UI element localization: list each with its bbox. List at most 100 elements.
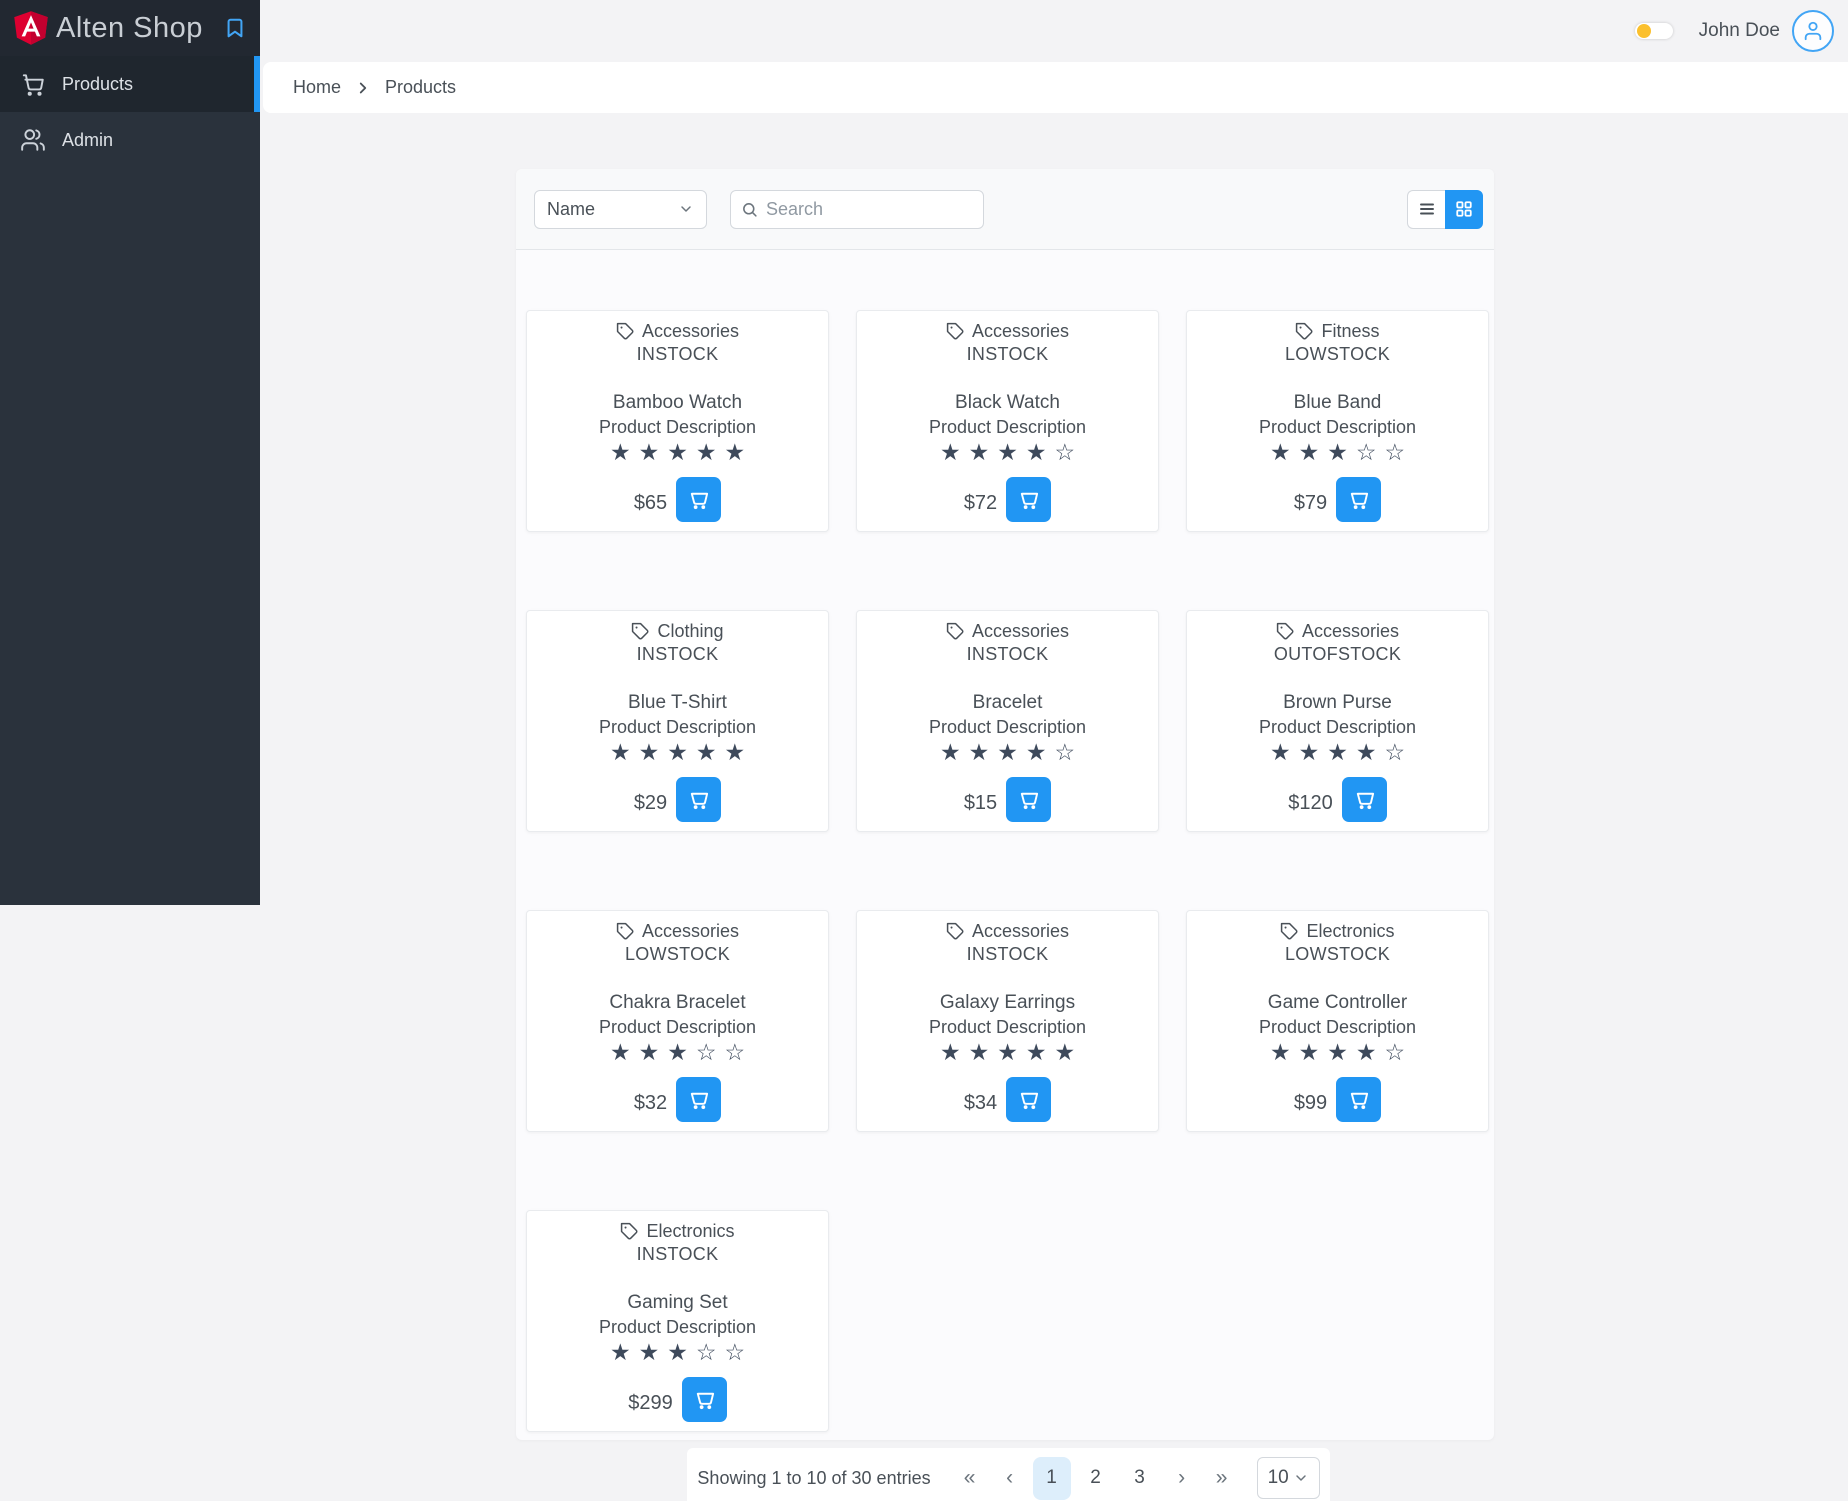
add-to-cart-button[interactable] [1006,477,1052,522]
star-filled-icon: ★ [997,739,1018,765]
add-to-cart-button[interactable] [676,477,722,522]
prev-page-button[interactable]: ‹ [993,1457,1027,1499]
add-to-cart-button[interactable] [676,1077,722,1122]
add-to-cart-button[interactable] [1336,477,1382,522]
product-name: Blue Band [1293,392,1382,413]
product-stock-status: INSTOCK [636,1244,719,1264]
product-price: $79 [1293,492,1328,514]
buy-row: $65 [633,477,722,522]
chevron-down-icon [1293,1470,1309,1486]
rating-stars: ★ ★ ★ ★ ★ [939,1039,1075,1065]
buy-row: $72 [963,477,1052,522]
star-filled-icon: ★ [1327,739,1348,765]
buy-row: $29 [633,777,722,822]
product-stock-status: INSTOCK [636,644,719,664]
product-description: Product Description [598,417,757,437]
next-page-button[interactable]: › [1165,1457,1199,1499]
product-name: Galaxy Earrings [939,992,1076,1013]
sidebar-item-products[interactable]: Products [0,56,260,112]
sidebar-item-admin[interactable]: Admin [0,112,260,168]
product-category: Fitness [1321,321,1380,341]
view-toggle [1407,189,1483,229]
product-price: $29 [633,792,668,814]
buy-row: $120 [1288,777,1387,822]
product-name: Game Controller [1267,992,1408,1013]
topbar: John Doe [260,0,1848,62]
star-filled-icon: ★ [1355,1039,1377,1065]
star-filled-icon: ★ [1269,1039,1291,1065]
cart-icon [20,71,46,97]
product-stock-status: LOWSTOCK [1284,944,1391,964]
add-to-cart-button[interactable] [1341,777,1387,822]
rating-stars: ★ ★ ★ ★ ☆ [940,739,1075,765]
star-filled-icon: ★ [609,739,631,765]
buy-row: $15 [964,777,1052,822]
first-page-button[interactable]: « [953,1457,987,1499]
product-category-row: Electronics [620,1221,735,1242]
page-button-3[interactable]: 3 [1121,1457,1159,1500]
page-size-select[interactable]: 10 [1256,1457,1320,1499]
star-filled-icon: ★ [638,439,660,465]
grid-view-button[interactable] [1445,189,1483,229]
star-empty-icon: ☆ [724,1039,746,1065]
product-category-row: Accessories [616,321,739,342]
product-stock-status: INSTOCK [966,644,1049,664]
star-filled-icon: ★ [939,1039,961,1065]
add-to-cart-button[interactable] [1006,1077,1052,1122]
theme-toggle[interactable] [1634,23,1673,39]
product-price: $34 [963,1092,998,1114]
search-box [730,189,984,229]
star-filled-icon: ★ [609,439,631,465]
star-empty-icon: ☆ [1384,739,1406,765]
add-to-cart-button[interactable] [1336,1077,1382,1122]
list-view-button[interactable] [1407,189,1445,229]
product-price: $99 [1293,1092,1328,1114]
page-button-1[interactable]: 1 [1032,1456,1071,1500]
product-card: Electronics LOWSTOCK Game Controller Pro… [1186,910,1489,1132]
product-description: Product Description [598,717,757,737]
product-stock-status: INSTOCK [966,344,1049,364]
sort-select-value: Name [547,198,596,219]
chevron-down-icon [678,201,694,217]
pagination-bar: Showing 1 to 10 of 30 entries « ‹ 123 › … [687,1448,1330,1501]
breadcrumb-home[interactable]: Home [293,77,341,98]
tag-icon [946,322,965,341]
star-filled-icon: ★ [1025,739,1047,765]
chevron-right-icon [354,79,372,97]
sidebar-nav: Products Admin [0,56,260,168]
page-size-value: 10 [1267,1467,1289,1488]
product-name: Brown Purse [1283,692,1392,713]
add-to-cart-button[interactable] [676,777,722,822]
product-name: Blue T-Shirt [628,692,727,713]
product-price: $72 [963,492,998,514]
star-filled-icon: ★ [609,1339,631,1365]
product-category: Accessories [641,321,740,341]
cart-icon [1021,792,1039,810]
product-category-row: Fitness [1295,321,1380,342]
page-button-2[interactable]: 2 [1077,1457,1115,1500]
bookmark-icon[interactable] [222,13,248,43]
search-input[interactable] [766,198,973,220]
sidebar-header: Alten Shop [0,0,260,56]
add-to-cart-button[interactable] [681,1377,727,1422]
product-name: Gaming Set [627,1292,728,1313]
cart-icon [1356,792,1374,810]
theme-toggle-knob [1636,24,1651,38]
product-card: Accessories INSTOCK Black Watch Product … [856,310,1159,532]
product-price: $65 [633,492,668,514]
last-page-button[interactable]: » [1205,1457,1239,1499]
sort-select[interactable]: Name [534,189,707,229]
star-empty-icon: ☆ [695,1039,717,1065]
tag-icon [946,922,965,941]
star-filled-icon: ★ [695,739,717,765]
add-to-cart-button[interactable] [1006,777,1052,822]
star-filled-icon: ★ [1327,1039,1348,1065]
products-toolbar: Name [516,169,1494,250]
product-category-row: Clothing [631,621,724,642]
product-stock-status: LOWSTOCK [624,944,731,964]
user-avatar[interactable] [1792,10,1834,52]
product-category: Electronics [1306,921,1395,941]
tag-icon [1295,322,1314,341]
breadcrumb-current[interactable]: Products [385,77,456,98]
product-card: Accessories INSTOCK Bracelet Product Des… [856,610,1159,832]
